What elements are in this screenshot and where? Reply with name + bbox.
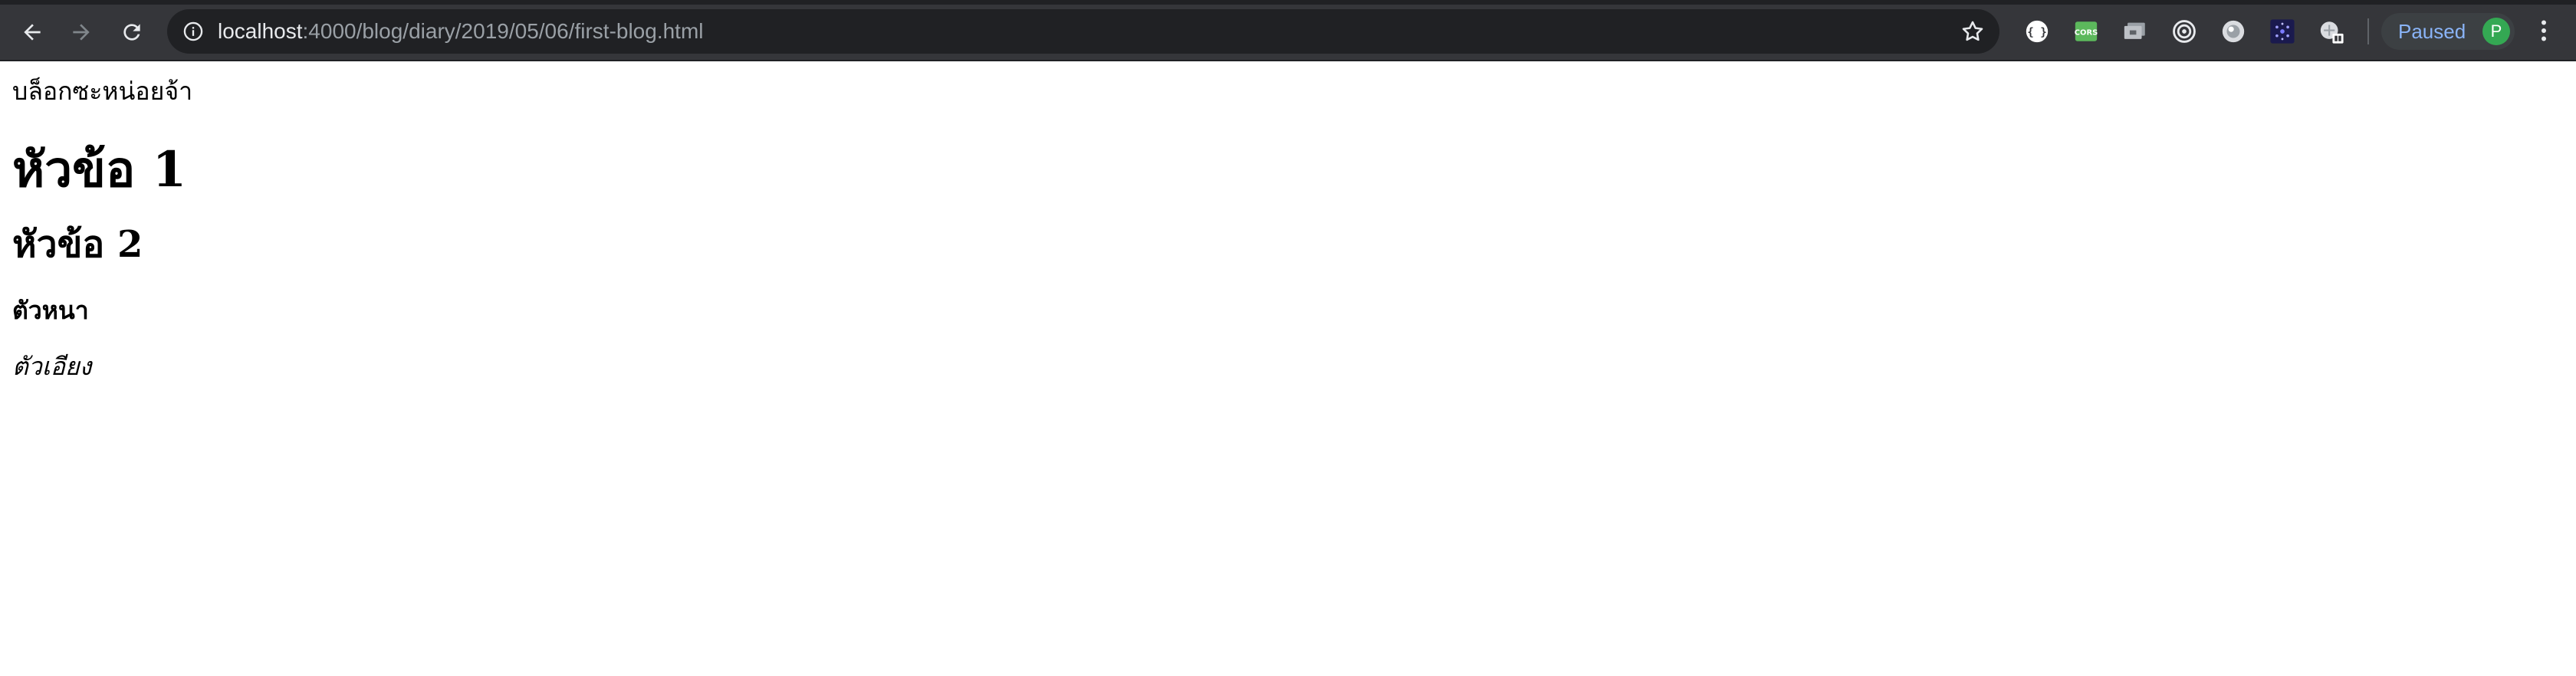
puzzle-extension-icon[interactable] — [2318, 18, 2344, 44]
url-text[interactable]: localhost:4000/blog/diary/2019/05/06/fir… — [218, 9, 704, 54]
target-extension-icon[interactable] — [2171, 18, 2197, 44]
info-icon[interactable] — [182, 21, 204, 42]
back-arrow-icon — [24, 24, 41, 41]
reload-icon — [123, 24, 140, 41]
url-host: localhost — [218, 19, 303, 43]
svg-text:{ }: { } — [2027, 27, 2047, 39]
browser-toolbar: localhost:4000/blog/diary/2019/05/06/fir… — [0, 0, 2576, 61]
address-bar[interactable]: localhost:4000/blog/diary/2019/05/06/fir… — [167, 9, 1999, 54]
forward-button[interactable] — [63, 14, 100, 51]
sparkle-extension-icon[interactable] — [2269, 18, 2295, 44]
forward-arrow-icon — [73, 24, 90, 41]
italic-text: ตัวเอียง — [12, 352, 92, 381]
screenshot-extension-icon[interactable] — [2122, 18, 2148, 44]
heading-1: หัวข้อ 1 — [12, 141, 187, 199]
toolbar-divider — [2367, 18, 2369, 44]
avatar: P — [2482, 18, 2510, 45]
bold-text: ตัวหนา — [12, 296, 89, 325]
heading-2: หัวข้อ 2 — [12, 223, 143, 266]
intro-paragraph: บล็อกซะหน่อยจ้า — [12, 77, 193, 106]
json-viewer-icon[interactable]: { } — [2024, 18, 2050, 44]
profile-status-label: Paused — [2398, 20, 2466, 43]
url-path: :4000/blog/diary/2019/05/06/first-blog.h… — [302, 19, 704, 43]
bookmark-star-icon[interactable] — [1960, 18, 1986, 44]
cors-extension-icon[interactable]: CORS — [2073, 18, 2099, 44]
tab-strip-edge — [0, 0, 2576, 5]
back-button[interactable] — [14, 14, 51, 51]
more-menu-icon[interactable] — [2530, 17, 2558, 44]
circle-extension-icon[interactable] — [2220, 18, 2246, 44]
page-content: บล็อกซะหน่อยจ้า หัวข้อ 1 หัวข้อ 2 ตัวหนา… — [12, 61, 2558, 383]
reload-button[interactable] — [113, 14, 150, 51]
profile-button[interactable]: Paused P — [2381, 13, 2515, 50]
svg-text:CORS: CORS — [2075, 28, 2098, 37]
